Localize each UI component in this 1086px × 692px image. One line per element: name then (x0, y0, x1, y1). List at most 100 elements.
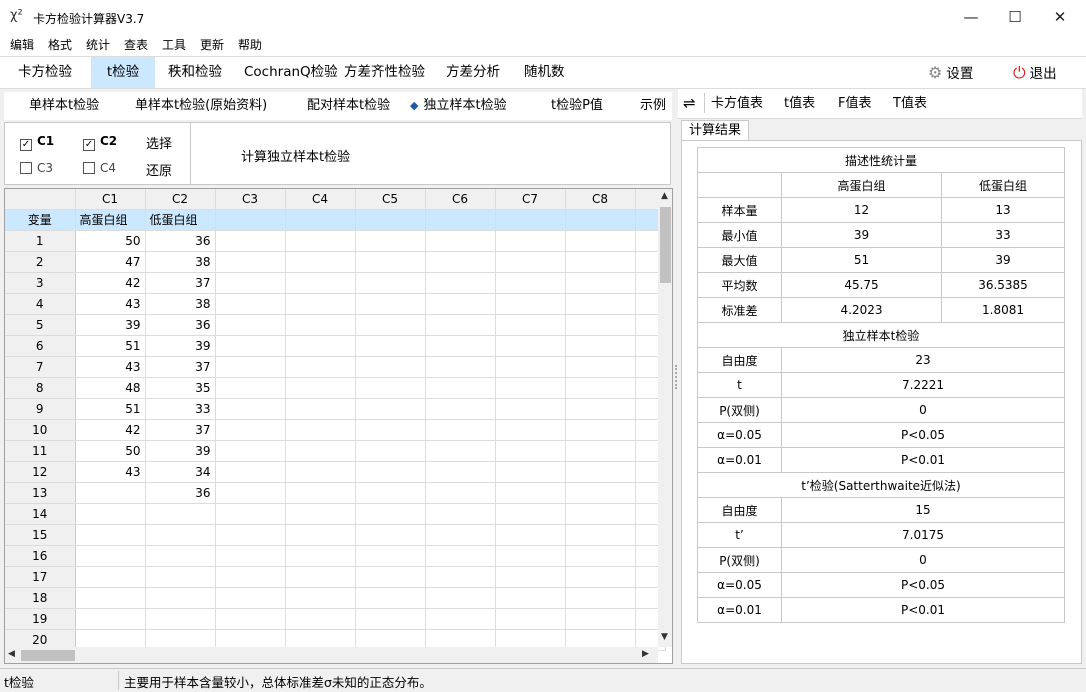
data-cell[interactable] (285, 608, 356, 630)
row-header[interactable]: 10 (5, 419, 76, 441)
data-cell[interactable] (425, 398, 496, 420)
data-cell[interactable] (355, 293, 426, 315)
data-cell[interactable] (215, 251, 286, 273)
row-header[interactable]: 13 (5, 482, 76, 504)
data-cell[interactable] (355, 335, 426, 357)
subtab-paired[interactable]: 配对样本t检验 (307, 92, 390, 120)
data-cell[interactable]: 50 (75, 230, 146, 252)
data-cell[interactable] (355, 461, 426, 483)
tab-results[interactable]: 计算结果 (681, 120, 749, 141)
calculate-button[interactable]: 计算独立样本t检验 (241, 146, 350, 165)
data-cell[interactable]: 37 (145, 272, 216, 294)
data-cell[interactable] (215, 272, 286, 294)
data-cell[interactable] (425, 335, 496, 357)
corner-cell[interactable] (5, 189, 76, 210)
data-cell[interactable] (565, 587, 636, 609)
tab-chi-square[interactable]: 卡方检验 (8, 57, 82, 88)
data-cell[interactable] (355, 524, 426, 546)
data-cell[interactable] (285, 272, 356, 294)
data-cell[interactable] (285, 377, 356, 399)
data-cell[interactable] (425, 545, 496, 567)
data-cell[interactable] (495, 377, 566, 399)
scroll-down-icon[interactable]: ▼ (661, 632, 668, 642)
data-cell[interactable] (565, 524, 636, 546)
horizontal-scrollbar[interactable]: ◀ ▶ (5, 647, 658, 663)
data-cell[interactable]: 50 (75, 440, 146, 462)
checkbox-c1-box[interactable]: ✓ (20, 139, 32, 151)
data-cell[interactable] (355, 419, 426, 441)
row-header[interactable]: 12 (5, 461, 76, 483)
data-cell[interactable] (425, 356, 496, 378)
data-cell[interactable] (425, 377, 496, 399)
data-cell[interactable] (285, 293, 356, 315)
tab-anova[interactable]: 方差分析 (436, 57, 510, 88)
checkbox-c2[interactable]: ✓ C2 (83, 134, 117, 151)
data-cell[interactable] (215, 314, 286, 336)
data-cell[interactable]: 37 (145, 419, 216, 441)
data-cell[interactable] (565, 461, 636, 483)
data-cell[interactable] (495, 314, 566, 336)
row-header[interactable]: 15 (5, 524, 76, 546)
scroll-up-icon[interactable]: ▲ (661, 191, 668, 201)
data-cell[interactable] (285, 230, 356, 252)
checkbox-c4-box[interactable] (83, 162, 95, 174)
data-cell[interactable] (495, 524, 566, 546)
data-cell[interactable] (495, 272, 566, 294)
row-header[interactable]: 16 (5, 545, 76, 567)
row-header[interactable]: 2 (5, 251, 76, 273)
row-header[interactable]: 14 (5, 503, 76, 525)
data-cell[interactable] (425, 566, 496, 588)
data-cell[interactable] (215, 545, 286, 567)
data-cell[interactable]: 38 (145, 293, 216, 315)
data-cell[interactable] (565, 503, 636, 525)
data-cell[interactable] (355, 230, 426, 252)
data-cell[interactable] (285, 251, 356, 273)
row-header[interactable]: 18 (5, 587, 76, 609)
data-cell[interactable] (355, 314, 426, 336)
data-cell[interactable] (215, 566, 286, 588)
data-cell[interactable] (565, 356, 636, 378)
swap-icon[interactable]: ⇌ (683, 89, 696, 118)
data-cell[interactable] (355, 440, 426, 462)
data-cell[interactable] (285, 335, 356, 357)
data-cell[interactable] (215, 608, 286, 630)
data-cell[interactable] (355, 587, 426, 609)
data-cell[interactable] (75, 545, 146, 567)
data-cell[interactable] (75, 566, 146, 588)
row-header[interactable]: 19 (5, 608, 76, 630)
data-cell[interactable] (565, 335, 636, 357)
data-cell[interactable] (565, 566, 636, 588)
data-grid[interactable]: C1 C2 C3 C4 C5 C6 C7 C8 变量 高蛋白组 低蛋白组 1 50 36 2 47 38 3 42 3… (4, 188, 673, 664)
data-cell[interactable] (565, 314, 636, 336)
tab-rank-sum[interactable]: 秩和检验 (158, 57, 232, 88)
tab-chi-square-table[interactable]: 卡方值表 (711, 89, 763, 118)
data-cell[interactable] (495, 230, 566, 252)
data-cell[interactable] (425, 524, 496, 546)
data-cell[interactable] (215, 461, 286, 483)
minimize-button[interactable]: — (948, 0, 994, 34)
row-header[interactable]: 11 (5, 440, 76, 462)
data-cell[interactable] (285, 461, 356, 483)
data-cell[interactable]: 51 (75, 398, 146, 420)
data-cell[interactable] (565, 482, 636, 504)
row-header[interactable]: 17 (5, 566, 76, 588)
variable-name-cell[interactable] (425, 209, 496, 231)
data-cell[interactable] (285, 566, 356, 588)
data-cell[interactable]: 36 (145, 230, 216, 252)
row-header[interactable]: 1 (5, 230, 76, 252)
column-header[interactable]: C1 (75, 189, 146, 210)
tab-random-number[interactable]: 随机数 (514, 57, 575, 88)
row-header[interactable]: 9 (5, 398, 76, 420)
data-cell[interactable] (145, 545, 216, 567)
data-cell[interactable] (565, 230, 636, 252)
data-cell[interactable] (355, 608, 426, 630)
data-cell[interactable]: 43 (75, 293, 146, 315)
data-cell[interactable]: 48 (75, 377, 146, 399)
data-cell[interactable] (495, 566, 566, 588)
exit-button[interactable]: ⏻ 退出 (1013, 57, 1057, 88)
data-cell[interactable] (215, 419, 286, 441)
row-header[interactable]: 3 (5, 272, 76, 294)
data-cell[interactable]: 33 (145, 398, 216, 420)
data-cell[interactable]: 37 (145, 356, 216, 378)
tab-variance-homogeneity[interactable]: 方差齐性检验 (334, 57, 435, 88)
